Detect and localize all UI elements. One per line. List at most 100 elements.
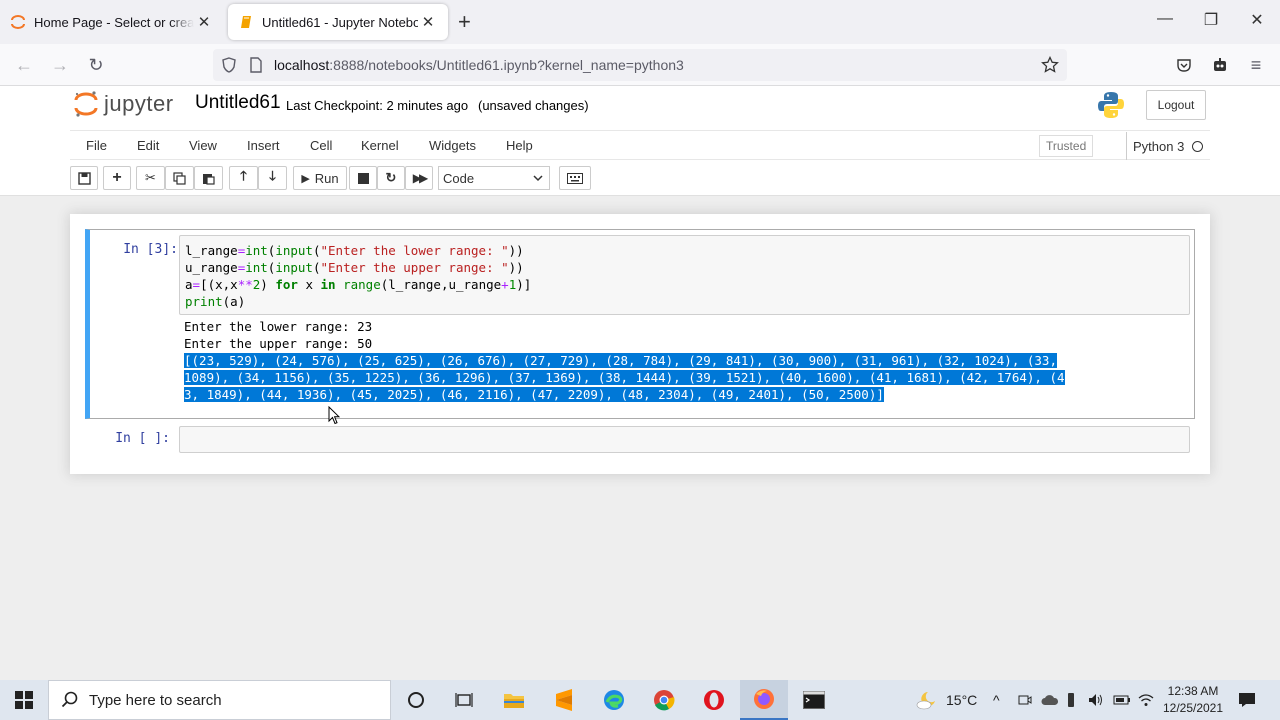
kernel-indicator[interactable]: Python 3 [1126,132,1204,160]
menu-kernel[interactable]: Kernel [361,138,399,153]
cut-button[interactable]: ✂ [136,166,165,190]
menu-edit[interactable]: Edit [137,138,159,153]
extension-icon[interactable] [1208,53,1232,77]
code-editor[interactable] [179,426,1190,453]
code-cell-empty[interactable]: In [ ]: [90,424,1195,454]
menu-insert[interactable]: Insert [247,138,280,153]
clock-date: 12/25/2021 [1162,701,1224,715]
command-palette-button[interactable] [559,166,591,190]
paste-button[interactable] [194,166,223,190]
window-close-icon[interactable]: ✕ [1242,10,1272,30]
usb-icon[interactable] [1066,680,1076,720]
selected-output-text: [(23, 529), (24, 576), (25, 625), (26, 6… [184,353,1057,368]
wifi-icon[interactable] [1138,680,1154,720]
search-icon [61,691,78,708]
tab-title: Home Page - Select or create a notebook [34,14,194,30]
move-up-button[interactable]: 🡑 [229,166,258,190]
reload-icon[interactable]: ↻ [84,53,108,77]
chrome-icon[interactable] [640,680,688,720]
kernel-idle-icon [1192,140,1204,152]
play-icon: ▶ [301,172,310,185]
cortana-icon[interactable] [392,680,440,720]
back-arrow-icon[interactable]: ← [12,53,36,77]
menu-bar: File Edit View Insert Cell Kernel Widget… [70,130,1210,160]
move-down-button[interactable]: 🡓 [258,166,287,190]
interrupt-button[interactable] [349,166,377,190]
close-icon[interactable]: ✕ [194,13,214,31]
temperature: 15°C [946,692,978,708]
run-button[interactable]: ▶ Run [293,166,347,190]
code-text[interactable]: l_range=int(input("Enter the lower range… [185,242,531,310]
address-bar[interactable]: localhost:8888/notebooks/Untitled61.ipyn… [213,49,1067,81]
code-editor[interactable]: l_range=int(input("Enter the lower range… [179,235,1190,315]
onedrive-icon[interactable] [1041,680,1059,720]
arrow-down-icon: 🡓 [269,168,276,183]
jupyter-logo-icon [74,91,98,117]
file-explorer-icon[interactable] [490,680,538,720]
copy-icon [173,171,186,185]
jupyter-logo[interactable]: jupyter [74,90,174,118]
edge-icon[interactable] [590,680,638,720]
weather-widget[interactable]: 15°C [916,680,977,720]
restart-run-all-button[interactable]: ▶▶ [405,166,433,190]
taskbar-search[interactable]: Type here to search [48,680,391,720]
run-label: Run [314,170,339,186]
task-view-icon[interactable] [440,680,488,720]
notifications-icon[interactable] [1238,680,1256,720]
search-placeholder: Type here to search [89,691,222,709]
start-button[interactable] [0,680,48,720]
output-line: Enter the lower range: 23 [184,319,373,334]
app-menu-icon[interactable]: ≡ [1244,53,1268,77]
menu-widgets[interactable]: Widgets [429,138,476,153]
code-cell-selected[interactable]: In [3]: l_range=int(input("Enter the low… [85,229,1195,419]
restore-icon[interactable]: ❐ [1196,10,1226,30]
insert-cell-button[interactable]: + [103,166,131,190]
sublime-text-icon[interactable] [540,680,588,720]
close-icon[interactable]: ✕ [418,13,438,31]
restart-button[interactable]: ↻ [377,166,405,190]
new-tab-icon[interactable]: + [458,10,471,34]
terminal-icon[interactable] [790,680,838,720]
tab-untitled61[interactable]: Untitled61 - Jupyter Notebook ✕ [228,4,448,40]
logout-button[interactable]: Logout [1146,90,1206,120]
meet-now-icon[interactable] [1018,680,1032,720]
stop-icon [357,172,369,184]
windows-taskbar: Type here to search 15°C ^ 12:38 AM 12/2… [0,680,1280,720]
forward-arrow-icon[interactable]: → [48,53,72,77]
menu-file[interactable]: File [86,138,107,153]
copy-button[interactable] [165,166,194,190]
cell-type-select[interactable]: Code [438,166,550,190]
system-clock[interactable]: 12:38 AM 12/25/2021 [1158,683,1228,717]
trusted-badge[interactable]: Trusted [1039,135,1094,157]
menu-view[interactable]: View [189,138,217,153]
shield-icon[interactable] [221,57,237,76]
selected-output-text: 3, 1849), (44, 1936), (45, 2025), (46, 2… [184,387,884,402]
notebook-name[interactable]: Untitled61 [195,92,281,114]
clock-time: 12:38 AM [1167,684,1219,698]
volume-icon[interactable] [1088,680,1104,720]
save-button[interactable] [70,166,98,190]
save-icon [77,171,91,185]
minimize-icon[interactable]: — [1150,10,1180,28]
jupyter-favicon-icon [10,14,26,30]
pocket-icon[interactable] [1172,53,1196,77]
tab-title: Untitled61 - Jupyter Notebook [262,14,418,30]
chevron-up-icon[interactable]: ^ [993,680,1000,720]
chevron-down-icon [533,175,543,182]
browser-nav-bar: ← → ↻ localhost:8888/notebooks/Untitled6… [0,44,1280,86]
scissors-icon: ✂ [145,170,156,185]
menu-cell[interactable]: Cell [310,138,332,153]
checkpoint-status: Last Checkpoint: 2 minutes ago [286,98,469,113]
jupyter-header: jupyter Untitled61 Last Checkpoint: 2 mi… [0,86,1280,196]
cell-type-value: Code [443,170,475,186]
opera-icon[interactable] [690,680,738,720]
tab-home-page[interactable]: Home Page - Select or create a notebook … [0,4,224,40]
page-info-icon[interactable] [249,57,263,76]
battery-icon[interactable] [1113,680,1131,720]
autosave-status: (unsaved changes) [478,98,589,113]
menu-help[interactable]: Help [506,138,533,153]
firefox-icon[interactable] [740,680,788,720]
bookmark-star-icon[interactable] [1041,55,1059,77]
url-path: :8888/notebooks/Untitled61.ipynb?kernel_… [329,57,684,73]
input-prompt: In [ ]: [115,431,170,446]
